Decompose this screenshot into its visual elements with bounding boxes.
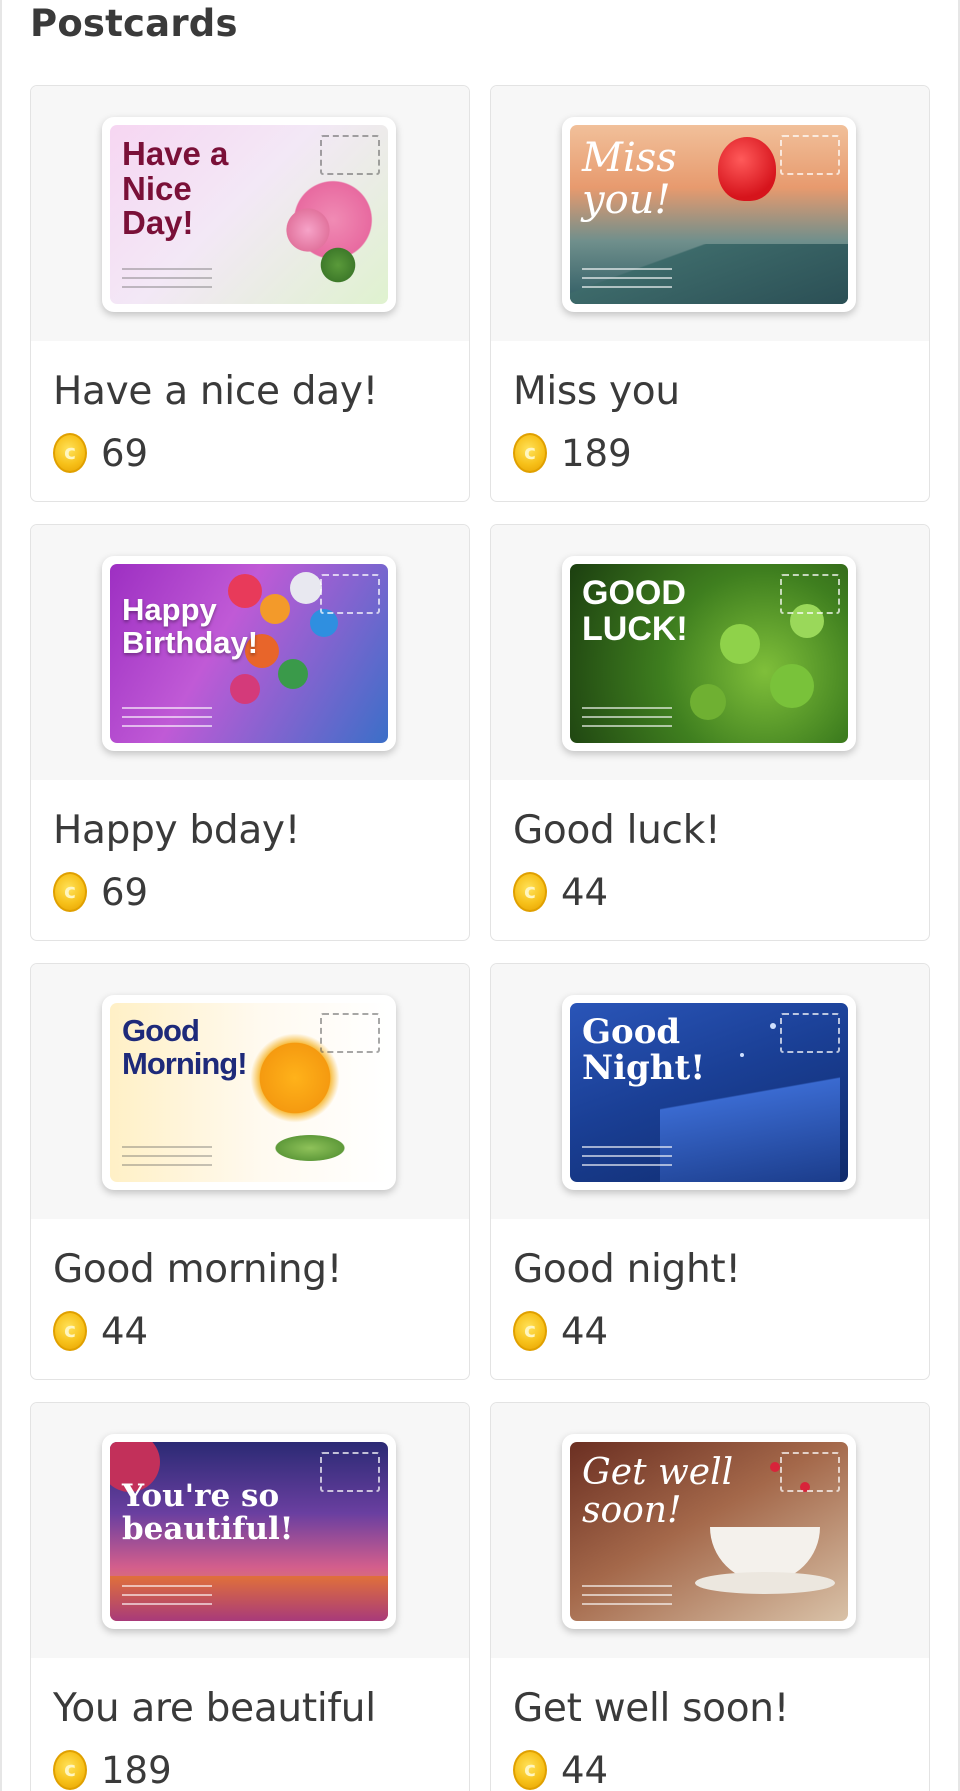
price-row: 69	[53, 870, 148, 914]
address-lines	[122, 1139, 212, 1166]
card-title: Good night!	[513, 1247, 741, 1292]
price-value: 69	[101, 870, 149, 914]
postcard-card-have-a-nice-day[interactable]: Have a Nice Day! Have a nice day! 69	[30, 85, 470, 502]
postcard-image[interactable]: Get well soon!	[562, 1434, 856, 1629]
card-title: Happy bday!	[53, 808, 301, 853]
coin-icon	[53, 1311, 87, 1351]
postcard-image[interactable]: Good Night!	[562, 995, 856, 1190]
postcard-thumbnail-area: You're so beautiful!	[31, 1403, 469, 1658]
address-lines	[582, 1578, 672, 1605]
coin-icon	[513, 1311, 547, 1351]
price-value: 44	[561, 870, 609, 914]
postcard-thumbnail-area: Happy Birthday!	[31, 525, 469, 780]
price-value: 69	[101, 431, 149, 475]
postcard-card-get-well-soon[interactable]: Get well soon! Get well soon! 44	[490, 1402, 930, 1791]
postcard-headline: GOOD LUCK!	[582, 574, 688, 648]
tulip-icon	[283, 205, 333, 255]
address-lines	[582, 261, 672, 288]
postcard-thumbnail-area: Get well soon!	[491, 1403, 929, 1658]
stamp-icon	[320, 135, 380, 175]
postcard-grid: Have a Nice Day! Have a nice day! 69 Mis…	[30, 85, 930, 1791]
postcard-image[interactable]: Happy Birthday!	[102, 556, 396, 751]
clover-icon	[720, 624, 760, 664]
stamp-icon	[780, 574, 840, 614]
stamp-icon	[780, 1013, 840, 1053]
coin-icon	[53, 872, 87, 912]
hot-air-balloon-icon	[718, 137, 776, 201]
coin-icon	[513, 872, 547, 912]
postcard-card-miss-you[interactable]: Miss you! Miss you 189	[490, 85, 930, 502]
postcard-headline: Get well soon!	[582, 1452, 734, 1531]
price-row: 44	[513, 1309, 608, 1353]
clover-icon	[690, 684, 726, 720]
postcard-card-good-luck[interactable]: GOOD LUCK! Good luck! 44	[490, 524, 930, 941]
price-row: 44	[513, 870, 608, 914]
berry-icon	[770, 1462, 780, 1472]
address-lines	[582, 1139, 672, 1166]
address-lines	[122, 1578, 212, 1605]
stamp-icon	[320, 1452, 380, 1492]
address-lines	[582, 700, 672, 727]
coin-icon	[53, 433, 87, 473]
postcard-image[interactable]: Miss you!	[562, 117, 856, 312]
postcard-image[interactable]: Have a Nice Day!	[102, 117, 396, 312]
card-title: Have a nice day!	[53, 369, 378, 414]
postcard-thumbnail-area: GOOD LUCK!	[491, 525, 929, 780]
price-value: 189	[561, 431, 632, 475]
clover-icon	[770, 664, 814, 708]
price-value: 189	[101, 1748, 172, 1791]
postcard-headline: Good Morning!	[122, 1013, 248, 1081]
stamp-icon	[780, 135, 840, 175]
postcard-thumbnail-area: Miss you!	[491, 86, 929, 341]
coin-icon	[53, 1750, 87, 1790]
star-icon	[740, 1053, 744, 1057]
price-row: 189	[513, 431, 632, 475]
balloon-icon	[278, 659, 308, 689]
address-lines	[122, 700, 212, 727]
card-title: Good luck!	[513, 808, 721, 853]
price-value: 44	[561, 1748, 609, 1791]
price-value: 44	[101, 1309, 149, 1353]
price-row: 69	[53, 431, 148, 475]
coin-icon	[513, 433, 547, 473]
postcard-image[interactable]: You're so beautiful!	[102, 1434, 396, 1629]
card-title: Good morning!	[53, 1247, 343, 1292]
stamp-icon	[320, 574, 380, 614]
postcard-image[interactable]: GOOD LUCK!	[562, 556, 856, 751]
postcard-card-good-night[interactable]: Good Night! Good night! 44	[490, 963, 930, 1380]
leaf-icon	[318, 245, 358, 285]
card-title: You are beautiful	[53, 1686, 376, 1731]
card-title: Miss you	[513, 369, 680, 414]
flowers-icon	[270, 1133, 350, 1163]
price-row: 44	[53, 1309, 148, 1353]
balloon-icon	[230, 674, 260, 704]
postcard-card-happy-bday[interactable]: Happy Birthday! Happy bday! 69	[30, 524, 470, 941]
postcard-card-good-morning[interactable]: Good Morning! Good morning! 44	[30, 963, 470, 1380]
address-lines	[122, 261, 212, 288]
stamp-icon	[320, 1013, 380, 1053]
postcard-headline: Happy Birthday!	[122, 592, 259, 660]
page-title: Postcards	[30, 2, 238, 45]
coin-icon	[513, 1750, 547, 1790]
stamp-icon	[780, 1452, 840, 1492]
postcard-thumbnail-area: Good Night!	[491, 964, 929, 1219]
card-title: Get well soon!	[513, 1686, 790, 1731]
postcard-thumbnail-area: Good Morning!	[31, 964, 469, 1219]
postcard-image[interactable]: Good Morning!	[102, 995, 396, 1190]
postcard-card-you-are-beautiful[interactable]: You're so beautiful! You are beautiful 1…	[30, 1402, 470, 1791]
price-value: 44	[561, 1309, 609, 1353]
postcard-thumbnail-area: Have a Nice Day!	[31, 86, 469, 341]
price-row: 44	[513, 1748, 608, 1791]
postcard-headline: Have a Nice Day!	[122, 135, 229, 242]
postcard-headline: Good Night!	[582, 1012, 706, 1088]
postcard-headline: Miss you!	[582, 135, 677, 223]
star-icon	[770, 1023, 776, 1029]
price-row: 189	[53, 1748, 172, 1791]
saucer-icon	[695, 1572, 835, 1594]
postcard-headline: You're so beautiful!	[122, 1478, 294, 1547]
